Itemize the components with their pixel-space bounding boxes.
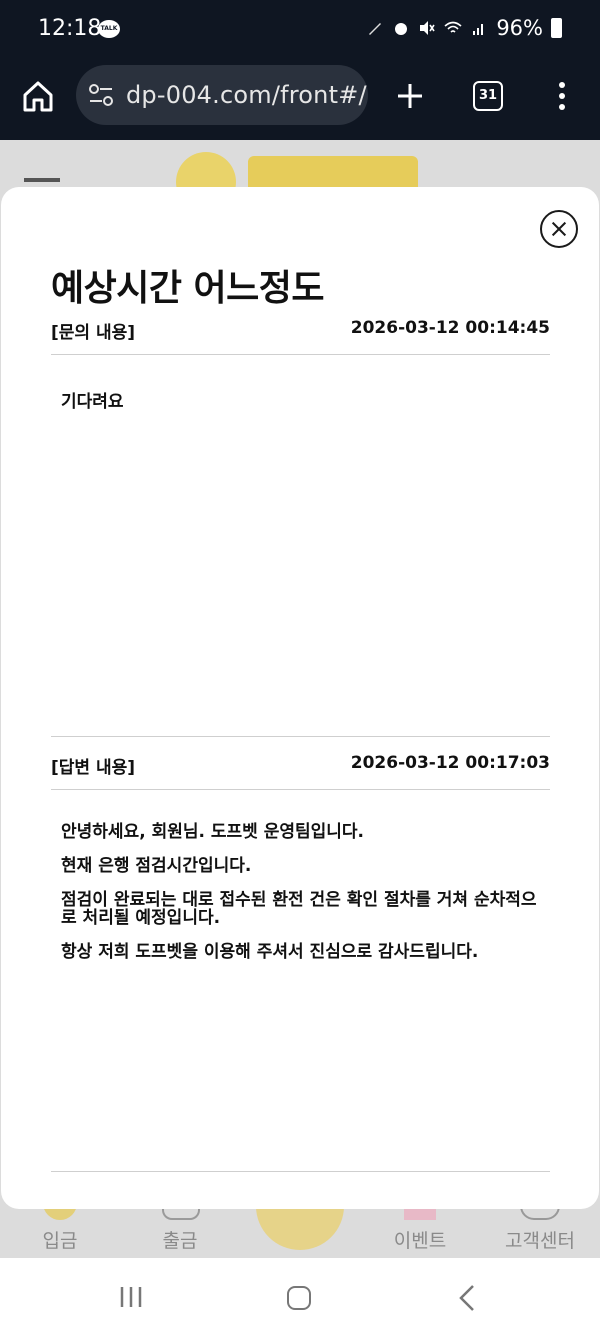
recent-apps-icon[interactable]: [120, 1286, 142, 1308]
address-bar[interactable]: dp-004.com/front#/: [76, 65, 368, 125]
system-nav-bar: [0, 1258, 600, 1333]
url-text[interactable]: dp-004.com/front#/: [126, 81, 367, 109]
browser-toolbar: dp-004.com/front#/ 31: [0, 60, 600, 140]
status-time: 12:18: [38, 16, 102, 41]
more-menu-icon[interactable]: [552, 80, 572, 112]
divider: [51, 789, 550, 790]
close-icon[interactable]: [540, 210, 578, 248]
home-icon[interactable]: [20, 78, 56, 114]
hamburger-menu-icon[interactable]: [24, 178, 60, 182]
answer-line: 점검이 완료되는 대로 접수된 환전 건은 확인 절차를 거쳐 순차적으로 처리…: [61, 890, 537, 928]
back-icon[interactable]: [459, 1284, 475, 1312]
nav-support[interactable]: 고객센터: [490, 1226, 590, 1253]
tab-count-button[interactable]: 31: [473, 81, 503, 111]
question-date: 2026-03-12 00:14:45: [350, 318, 550, 338]
wifi-icon: [444, 21, 462, 33]
question-label: [문의 내용]: [51, 323, 136, 343]
question-body: 기다려요: [61, 392, 124, 412]
divider: [51, 354, 550, 355]
modal-title: 예상시간 어느정도: [51, 268, 325, 309]
mute-icon: [420, 21, 435, 35]
status-icons: 96%: [366, 16, 562, 40]
answer-line: 안녕하세요, 회원님. 도프벳 운영팀입니다.: [61, 822, 365, 842]
nav-event[interactable]: 이벤트: [370, 1226, 470, 1253]
new-tab-icon[interactable]: [396, 82, 424, 110]
answer-body: 안녕하세요, 회원님. 도프벳 운영팀입니다. 현재 은행 점검시간입니다. 점…: [61, 823, 541, 977]
battery-icon: [551, 18, 562, 38]
nav-withdraw[interactable]: 출금: [130, 1226, 230, 1253]
divider: [51, 736, 550, 737]
nav-deposit[interactable]: 입금: [10, 1226, 110, 1253]
answer-line: 현재 은행 점검시간입니다.: [61, 856, 252, 876]
site-settings-icon[interactable]: [88, 83, 114, 107]
answer-label: [답변 내용]: [51, 758, 136, 778]
kakaotalk-icon: TALK: [98, 20, 120, 38]
alarm-icon: [395, 23, 408, 35]
battery-percent: 96%: [496, 16, 543, 40]
answer-line: 항상 저희 도프벳을 이용해 주셔서 진심으로 감사드립니다.: [61, 942, 479, 962]
divider: [51, 1171, 550, 1172]
system-home-icon[interactable]: [287, 1286, 311, 1310]
inquiry-detail-modal: 예상시간 어느정도 [문의 내용] 2026-03-12 00:14:45 기다…: [1, 187, 599, 1209]
signal-icon: [473, 24, 484, 35]
status-bar: 12:18 TALK 96%: [0, 0, 600, 60]
pen-icon: [369, 23, 382, 35]
answer-date: 2026-03-12 00:17:03: [350, 753, 550, 773]
